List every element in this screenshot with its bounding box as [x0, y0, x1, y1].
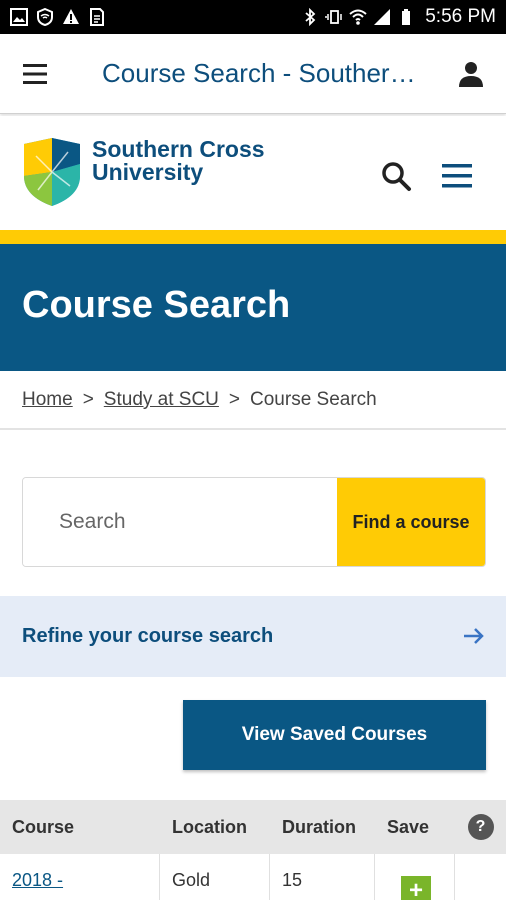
breadcrumb-separator: >: [82, 389, 94, 410]
breadcrumb: Home > Study at SCU > Course Search: [0, 372, 506, 430]
hero-banner: Course Search: [0, 244, 506, 371]
image-icon: [10, 8, 28, 26]
find-course-button[interactable]: Find a course: [337, 478, 485, 566]
help-icon: ?: [467, 814, 494, 840]
account-button[interactable]: [436, 34, 506, 114]
bluetooth-icon: [305, 8, 316, 26]
course-table: Course Location Duration Save ? 2018 - G…: [0, 800, 506, 900]
arrow-right-icon: [464, 628, 484, 644]
signal-icon: [374, 9, 391, 25]
view-saved-courses-button[interactable]: View Saved Courses: [183, 700, 486, 770]
cell-save: +: [375, 854, 455, 900]
breadcrumb-home[interactable]: Home: [22, 389, 73, 411]
save-course-button[interactable]: +: [401, 876, 431, 900]
hamburger-icon: [23, 63, 47, 84]
app-bar: Course Search - Souther…: [0, 34, 506, 114]
brand-line-1: Southern Cross: [92, 136, 265, 162]
breadcrumb-separator: >: [228, 389, 241, 410]
shield-wifi-icon: [37, 8, 53, 26]
page-title: Course Search: [22, 284, 291, 326]
header-duration[interactable]: Duration: [270, 817, 375, 838]
cell-location: Gold: [160, 854, 270, 900]
cell-duration: 15: [270, 854, 375, 900]
cell-empty: [455, 854, 506, 900]
course-search-form: Find a course: [22, 477, 486, 567]
header-location[interactable]: Location: [160, 817, 270, 838]
scu-logo[interactable]: [22, 136, 82, 208]
status-bar: 5:56 PM: [0, 0, 506, 34]
site-header: Southern Cross University: [0, 116, 506, 230]
plus-icon: +: [408, 877, 423, 900]
document-icon: [90, 8, 104, 26]
hamburger-menu-button[interactable]: [0, 34, 70, 114]
table-header: Course Location Duration Save ?: [0, 800, 506, 854]
search-icon[interactable]: [380, 160, 412, 192]
person-icon: [459, 61, 483, 87]
header-course[interactable]: Course: [0, 817, 160, 838]
university-name: Southern Cross University: [92, 138, 265, 184]
accent-bar: [0, 230, 506, 244]
refine-label: Refine your course search: [22, 625, 274, 647]
app-bar-title: Course Search - Souther…: [102, 58, 416, 88]
help-button[interactable]: ?: [455, 814, 506, 840]
breadcrumb-current: Course Search: [250, 389, 377, 410]
brand-line-2: University: [92, 159, 204, 185]
vibrate-icon: [325, 10, 342, 24]
menu-icon[interactable]: [442, 162, 472, 190]
warning-icon: [63, 9, 79, 24]
battery-icon: [402, 9, 411, 25]
status-time: 5:56 PM: [425, 6, 496, 27]
header-save: Save: [387, 816, 430, 837]
wifi-icon: [349, 9, 367, 25]
table-row: 2018 - Gold 15 +: [0, 854, 506, 900]
refine-search-toggle[interactable]: Refine your course search: [0, 596, 506, 677]
course-link[interactable]: 2018 -: [12, 870, 63, 890]
cell-course: 2018 -: [0, 854, 160, 900]
search-input[interactable]: [23, 478, 337, 566]
breadcrumb-study-at-scu[interactable]: Study at SCU: [104, 389, 219, 411]
